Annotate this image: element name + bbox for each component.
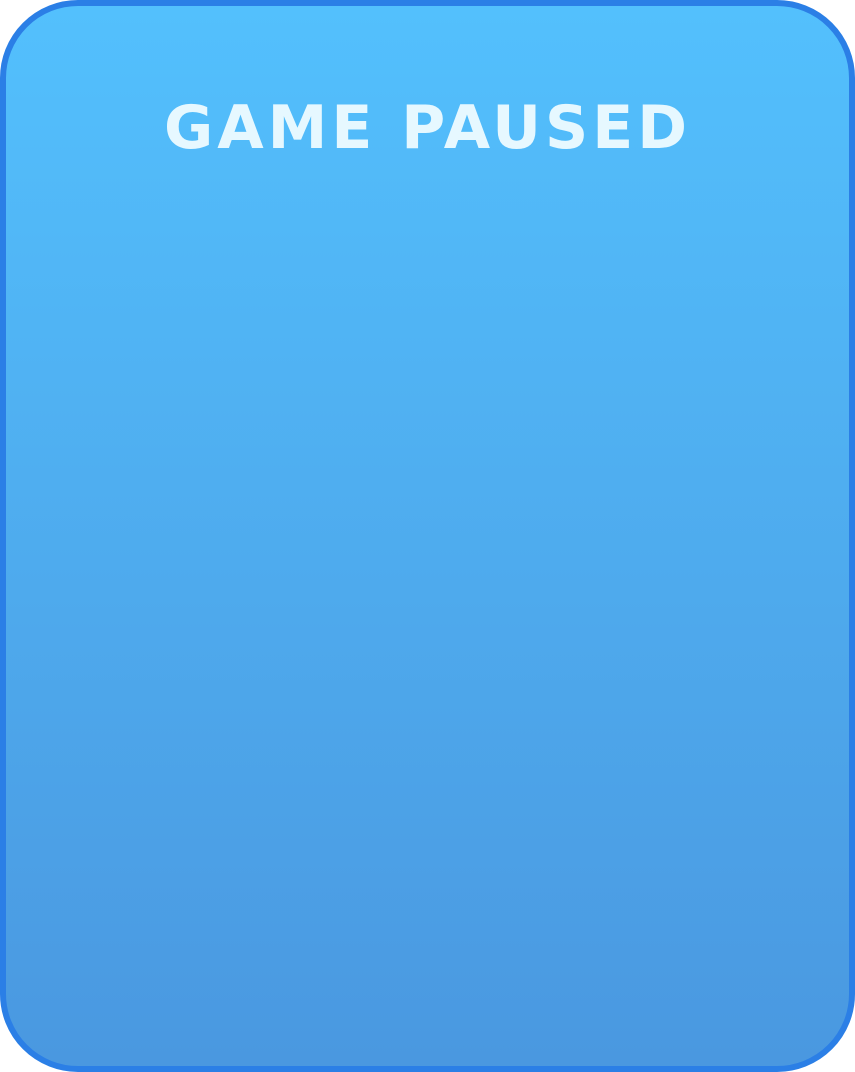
pause-panel: GAME PAUSED bbox=[0, 0, 855, 1072]
pause-title: GAME PAUSED bbox=[163, 93, 692, 163]
